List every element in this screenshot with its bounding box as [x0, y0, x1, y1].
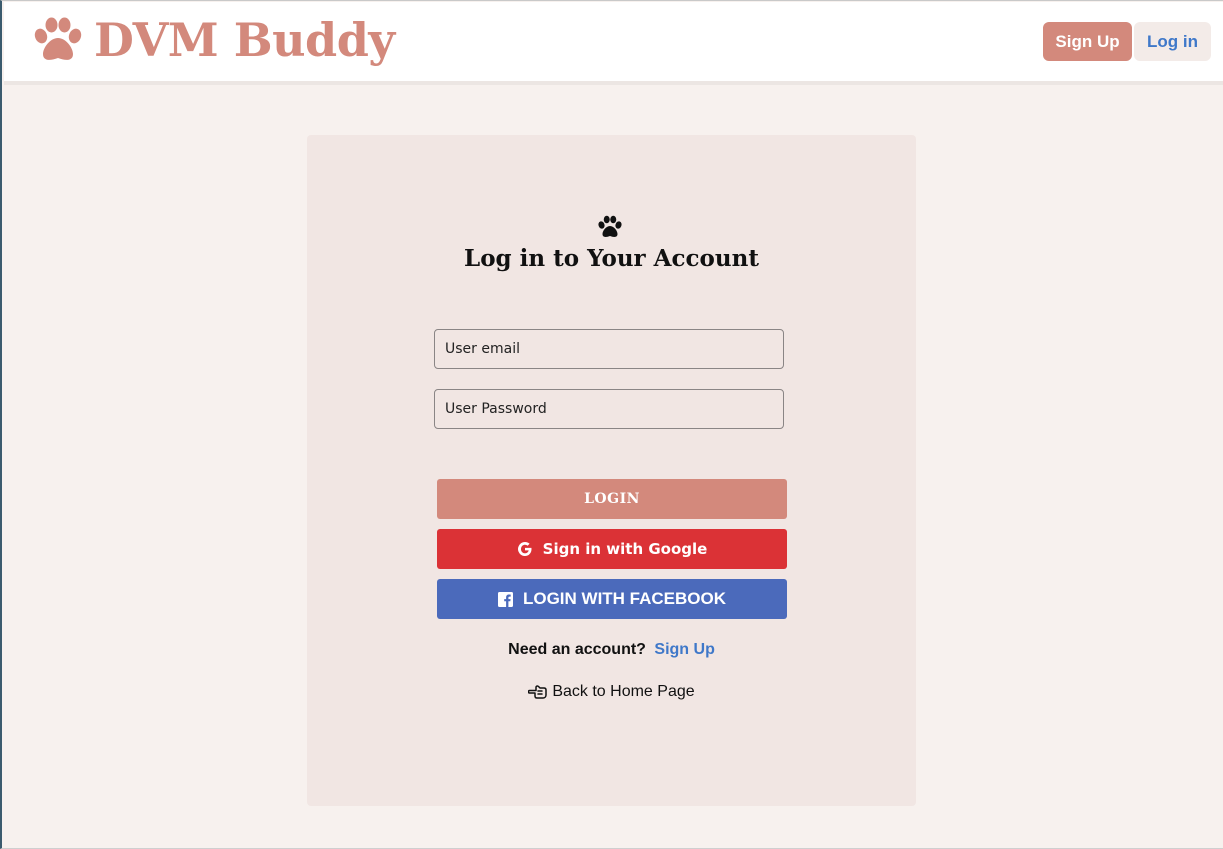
- paw-icon: [598, 215, 622, 237]
- facebook-button-label: LOGIN WITH FACEBOOK: [522, 589, 727, 608]
- top-navbar: DVM Buddy Sign Up Log in: [4, 2, 1223, 85]
- login-nav-button[interactable]: Log in: [1134, 22, 1211, 61]
- facebook-icon: [497, 591, 513, 607]
- pointing-hand-icon: [528, 685, 548, 699]
- login-button[interactable]: LOGIN: [437, 479, 787, 519]
- brand-name: DVM Buddy: [94, 13, 395, 67]
- need-account-row: Need an account? Sign Up: [307, 641, 916, 659]
- google-icon: [517, 542, 532, 556]
- need-account-text: Need an account?: [508, 641, 646, 658]
- login-button-label: LOGIN: [584, 491, 640, 507]
- paw-icon: [34, 17, 82, 60]
- login-card: Log in to Your Account LOGIN Sign in wit…: [307, 135, 916, 806]
- nav-actions: Sign Up Log in: [1043, 22, 1211, 61]
- password-field[interactable]: [434, 389, 784, 429]
- google-button-label: Sign in with Google: [542, 540, 708, 558]
- brand-logo[interactable]: DVM Buddy: [32, 10, 395, 70]
- signup-link[interactable]: Sign Up: [654, 641, 714, 658]
- signup-button[interactable]: Sign Up: [1043, 22, 1132, 61]
- facebook-login-button[interactable]: LOGIN WITH FACEBOOK: [437, 579, 787, 619]
- page-title: Log in to Your Account: [464, 245, 759, 272]
- back-home-link[interactable]: Back to Home Page: [307, 683, 916, 701]
- email-field[interactable]: [434, 329, 784, 369]
- google-signin-button[interactable]: Sign in with Google: [437, 529, 787, 569]
- back-home-label: Back to Home Page: [552, 683, 695, 700]
- browser-window: DVM Buddy Sign Up Log in Log in to Your …: [0, 0, 1223, 849]
